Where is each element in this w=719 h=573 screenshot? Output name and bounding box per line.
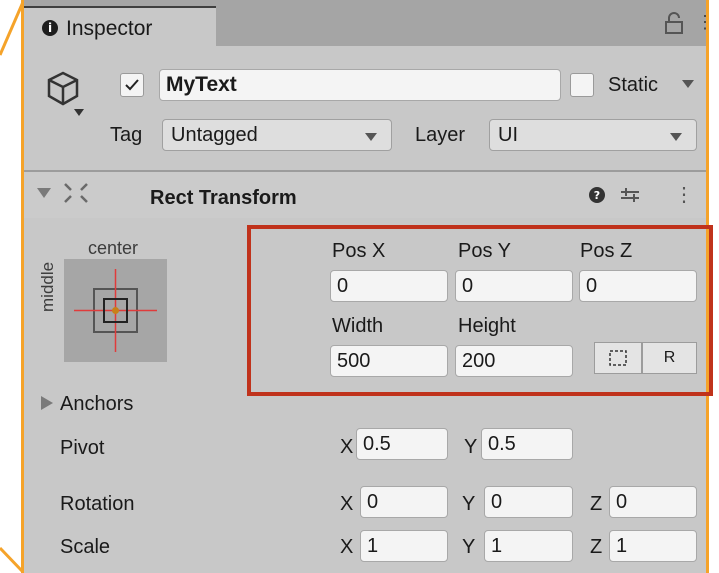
help-icon[interactable]: ? — [588, 186, 606, 204]
pivot-x-label: X — [340, 436, 354, 458]
chevron-down-icon — [365, 133, 377, 141]
tab-inspector-label: Inspector — [66, 17, 153, 40]
component-title: Rect Transform — [150, 187, 297, 209]
anchor-center-icon — [74, 269, 157, 352]
scale-y-label: Y — [462, 536, 476, 558]
anchor-horizontal-label: center — [88, 238, 139, 258]
static-dropdown-icon[interactable] — [682, 80, 694, 88]
pivot-y-label: Y — [464, 436, 478, 458]
rotation-y-label: Y — [462, 493, 476, 515]
scale-label: Scale — [60, 536, 111, 558]
layer-label: Layer — [415, 124, 466, 146]
scale-z-field[interactable]: 1 — [609, 530, 697, 562]
highlight-outline — [247, 225, 713, 396]
anchors-label[interactable]: Anchors — [60, 393, 133, 416]
info-icon: i — [42, 20, 58, 36]
tab-inspector[interactable]: i Inspector — [24, 6, 216, 46]
layer-dropdown[interactable]: UI — [489, 119, 697, 151]
foldout-arrow-icon[interactable] — [36, 186, 52, 200]
scale-x-label: X — [340, 536, 354, 558]
frame-accent-line — [0, 1, 25, 573]
gameobject-cube-icon — [47, 71, 84, 116]
tab-bar: i Inspector — [24, 0, 706, 46]
static-checkbox[interactable] — [570, 73, 594, 97]
anchors-foldout-icon[interactable] — [40, 395, 54, 411]
rotation-x-label: X — [340, 493, 354, 515]
scale-z-label: Z — [590, 536, 603, 558]
preset-sliders-icon[interactable] — [619, 185, 641, 205]
rect-transform-icon — [64, 183, 88, 203]
tab-menu-icon[interactable]: ⋮ — [696, 12, 714, 33]
scale-y-field[interactable]: 1 — [484, 530, 573, 562]
pivot-label: Pivot — [60, 437, 105, 459]
rotation-z-field[interactable]: 0 — [609, 486, 697, 518]
rotation-label: Rotation — [60, 493, 135, 515]
anchor-vertical-label: middle — [38, 261, 57, 312]
tag-dropdown[interactable]: Untagged — [162, 119, 392, 151]
rotation-y-field[interactable]: 0 — [484, 486, 573, 518]
active-checkbox[interactable] — [120, 73, 144, 97]
object-name-field[interactable]: MyText — [159, 69, 561, 101]
scale-x-field[interactable]: 1 — [360, 530, 448, 562]
rotation-x-field[interactable]: 0 — [360, 486, 448, 518]
svg-text:?: ? — [594, 189, 600, 202]
anchor-preset-button[interactable] — [64, 259, 167, 362]
static-label[interactable]: Static — [608, 74, 658, 97]
rotation-z-label: Z — [590, 493, 603, 515]
layer-value: UI — [498, 124, 518, 146]
chevron-down-icon — [670, 133, 682, 141]
checkmark-icon — [125, 79, 139, 91]
pivot-x-field[interactable]: 0.5 — [356, 428, 448, 460]
tag-value: Untagged — [171, 124, 258, 146]
pivot-y-field[interactable]: 0.5 — [481, 428, 573, 460]
component-menu-icon[interactable]: ⋮ — [674, 182, 694, 207]
lock-icon[interactable] — [664, 12, 684, 34]
tag-label: Tag — [110, 124, 143, 146]
